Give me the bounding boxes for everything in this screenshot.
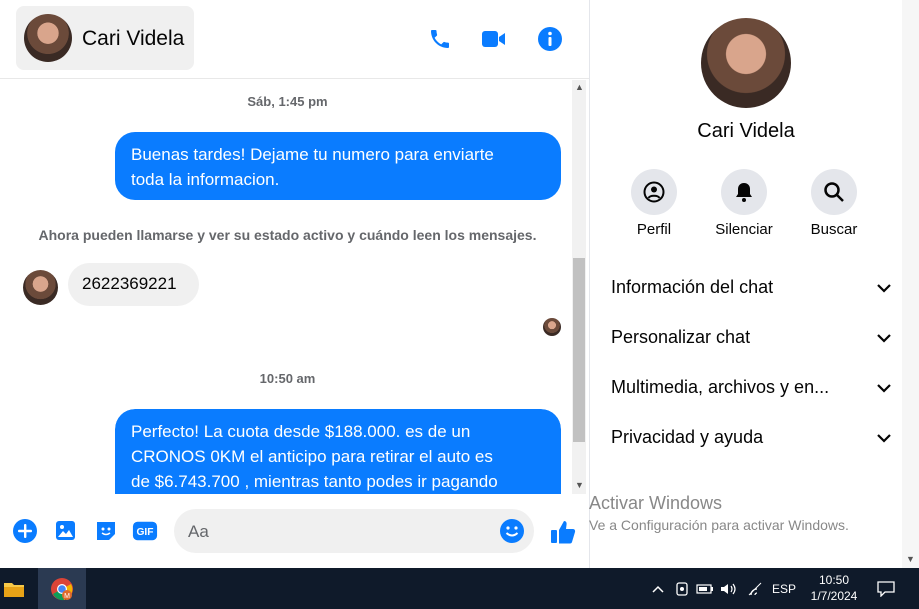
activation-watermark-title: Activar Windows — [589, 493, 723, 513]
chevron-down-icon — [877, 377, 891, 398]
svg-text:M: M — [64, 593, 70, 600]
sender-avatar — [23, 270, 58, 305]
language-indicator[interactable]: ESP — [770, 568, 798, 609]
search-icon — [811, 169, 857, 215]
message-line: CRONOS 0KM el anticipo para retirar el a… — [131, 447, 493, 466]
header-divider — [0, 78, 589, 79]
mute-action[interactable]: Silenciar — [709, 169, 779, 238]
search-action[interactable]: Buscar — [799, 169, 869, 238]
section-label: Personalizar chat — [611, 326, 751, 347]
section-chat-info[interactable]: Información del chat — [611, 272, 891, 302]
chevron-up-icon[interactable] — [650, 568, 666, 609]
contact-avatar — [24, 14, 72, 62]
plus-icon[interactable] — [12, 518, 38, 544]
chrome-icon[interactable]: M — [38, 568, 86, 609]
scroll-down-arrow-icon[interactable]: ▼ — [906, 554, 915, 564]
message-input[interactable]: Aa — [174, 509, 534, 553]
notifications-icon[interactable] — [874, 568, 898, 609]
scroll-up-arrow-icon[interactable]: ▲ — [575, 82, 584, 92]
action-label: Perfil — [636, 221, 672, 238]
activation-watermark-text: Ve a Configuración para activar Windows. — [589, 517, 849, 533]
outgoing-message: Buenas tardes! Dejame tu numero para env… — [115, 132, 561, 200]
wifi-icon[interactable] — [746, 568, 764, 609]
message-line: Perfecto! La cuota desde $188.000. es de… — [131, 422, 471, 441]
read-receipt-avatar — [543, 318, 561, 336]
phone-icon[interactable] — [426, 25, 454, 53]
gif-icon[interactable]: GIF — [132, 518, 158, 544]
section-customize-chat[interactable]: Personalizar chat — [611, 322, 891, 352]
message-line: toda la informacion. — [131, 170, 280, 189]
message-input-placeholder: Aa — [188, 522, 209, 541]
profile-avatar — [701, 18, 791, 108]
user-icon — [631, 169, 677, 215]
meet-icon[interactable] — [674, 568, 690, 609]
info-icon[interactable] — [536, 25, 564, 53]
contact-name: Cari Videla — [82, 27, 185, 50]
photo-icon[interactable] — [53, 518, 79, 544]
chevron-down-icon — [877, 427, 891, 448]
panel-scrollbar[interactable] — [902, 0, 919, 568]
emoji-icon[interactable] — [499, 518, 525, 549]
outgoing-message-clip: Perfecto! La cuota desde $188.000. es de… — [115, 409, 561, 494]
scroll-down-arrow-icon[interactable]: ▼ — [575, 480, 584, 490]
action-label: Silenciar — [715, 221, 773, 238]
section-label: Privacidad y ayuda — [611, 426, 764, 447]
message-timestamp: Sáb, 1:45 pm — [247, 94, 328, 109]
sticker-icon[interactable] — [93, 518, 119, 544]
file-explorer-icon[interactable] — [0, 568, 28, 609]
system-notice: Ahora pueden llamarse y ver su estado ac… — [38, 227, 537, 243]
section-media-files[interactable]: Multimedia, archivos y en... — [611, 372, 891, 402]
chat-scrollbar-thumb[interactable] — [573, 258, 585, 442]
profile-action[interactable]: Perfil — [619, 169, 689, 238]
section-label: Multimedia, archivos y en... — [611, 376, 830, 397]
message-timestamp: 10:50 am — [259, 371, 316, 386]
volume-icon[interactable] — [720, 568, 738, 609]
profile-name: Cari Videla — [697, 120, 795, 142]
taskbar: M ESP 10:50 1/7/2024 — [0, 568, 919, 609]
pane-divider — [589, 0, 590, 568]
incoming-message: 2622369221 — [68, 263, 199, 306]
section-label: Información del chat — [611, 276, 774, 297]
clock-date: 1/7/2024 — [810, 589, 858, 603]
chevron-down-icon — [877, 277, 891, 298]
contact-header-chip[interactable]: Cari Videla — [16, 6, 194, 70]
clock-time: 10:50 — [818, 573, 850, 587]
chevron-down-icon — [877, 327, 891, 348]
action-label: Buscar — [810, 221, 858, 238]
like-icon[interactable] — [548, 517, 578, 547]
outgoing-message: Perfecto! La cuota desde $188.000. es de… — [115, 409, 561, 494]
clock[interactable]: 10:50 1/7/2024 — [806, 572, 862, 604]
video-icon[interactable] — [480, 25, 508, 53]
message-line: de $6.743.700 , mientras tanto podes ir … — [131, 472, 498, 491]
battery-icon[interactable] — [696, 568, 714, 609]
section-privacy-help[interactable]: Privacidad y ayuda — [611, 422, 891, 452]
message-line: Buenas tardes! Dejame tu numero para env… — [131, 145, 494, 164]
svg-text:GIF: GIF — [136, 527, 153, 538]
bell-icon — [721, 169, 767, 215]
